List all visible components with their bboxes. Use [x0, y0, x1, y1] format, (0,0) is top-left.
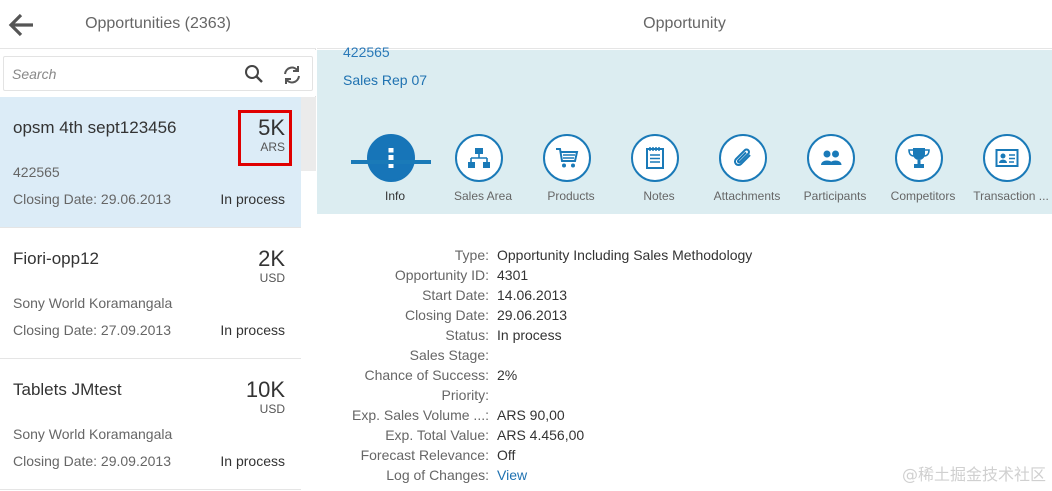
field-value: 14.06.2013: [497, 287, 568, 303]
tab-attachments[interactable]: Attachments: [703, 132, 791, 214]
trophy-icon: [895, 134, 943, 182]
list-item[interactable]: opsm 4th sept123456 5K ARS 422565 Closin…: [0, 97, 301, 228]
object-header: 422565 Sales Rep 07 Info Sales Area Prod…: [317, 44, 1052, 214]
search-icon[interactable]: [244, 64, 264, 84]
field-value: 4301: [497, 267, 529, 283]
list-item[interactable]: Tablets JMtest 10K USD Sony World Korama…: [0, 359, 301, 490]
field-label: Forecast Relevance:: [360, 447, 489, 463]
field-label: Type:: [454, 247, 489, 263]
field-value: 2%: [497, 367, 518, 383]
detail-header: Opportunity: [317, 0, 1052, 49]
field-value: Off: [497, 447, 516, 463]
form-row-closing-date: Closing Date: 29.06.2013: [317, 304, 1052, 324]
field-label: Status:: [445, 327, 489, 343]
field-label: Exp. Total Value:: [385, 427, 489, 443]
id-card-icon: [983, 134, 1031, 182]
item-title: Fiori-opp12: [13, 249, 99, 268]
tab-label: Transaction ...: [973, 189, 1049, 203]
field-label: Sales Stage:: [409, 347, 489, 363]
detail-title: Opportunity: [643, 15, 726, 32]
tab-notes[interactable]: Notes: [615, 132, 703, 214]
search-input[interactable]: [12, 65, 212, 83]
icon-tab-bar: Info Sales Area Products Notes Attachmen…: [317, 132, 1052, 214]
item-amount: 10K: [245, 377, 285, 402]
tab-info[interactable]: Info: [351, 132, 439, 214]
field-label: Opportunity ID:: [394, 267, 489, 283]
search-bar: [0, 50, 316, 96]
item-status: In process: [220, 191, 285, 207]
item-title: opsm 4th sept123456: [13, 118, 177, 137]
item-closing-date: Closing Date: 29.06.2013: [13, 191, 171, 207]
item-closing-date: Closing Date: 29.09.2013: [13, 453, 171, 469]
opportunity-list: opsm 4th sept123456 5K ARS 422565 Closin…: [0, 97, 301, 490]
group-icon: [807, 134, 855, 182]
field-value: ARS 4.456,00: [497, 427, 585, 443]
form-row-type: Type: Opportunity Including Sales Method…: [317, 244, 1052, 264]
tab-competitors[interactable]: Competitors: [879, 132, 967, 214]
field-label: Start Date:: [422, 287, 489, 303]
object-id: 422565: [343, 44, 390, 60]
paperclip-icon: [719, 134, 767, 182]
field-label: Priority:: [441, 387, 489, 403]
tab-sales-area[interactable]: Sales Area: [439, 132, 527, 214]
info-form: Type: Opportunity Including Sales Method…: [317, 244, 1052, 484]
tab-transaction[interactable]: Transaction ...: [967, 132, 1052, 214]
item-status: In process: [220, 453, 285, 469]
item-title: Tablets JMtest: [13, 380, 122, 399]
form-row-status: Status: In process: [317, 324, 1052, 344]
tab-products[interactable]: Products: [527, 132, 615, 214]
sales-rep-link[interactable]: Sales Rep 07: [343, 72, 427, 88]
highlight-box: [238, 110, 292, 166]
master-pane: Opportunities (2363) Search opsm 4th sep…: [0, 0, 316, 491]
field-value: In process: [497, 327, 562, 343]
item-subtitle: 422565: [13, 164, 60, 180]
field-value: Opportunity Including Sales Methodology: [497, 247, 753, 263]
form-row-chance-of-success: Chance of Success: 2%: [317, 364, 1052, 384]
item-subtitle: Sony World Koramangala: [13, 426, 173, 442]
detail-pane: Opportunity 422565 Sales Rep 07 Info Sal…: [317, 0, 1052, 491]
item-currency: USD: [259, 402, 285, 416]
hierarchy-icon: [455, 134, 503, 182]
info-icon: [367, 134, 415, 182]
item-status: In process: [220, 322, 285, 338]
view-changes-link[interactable]: View: [497, 467, 527, 483]
tab-participants[interactable]: Participants: [791, 132, 879, 214]
master-header: Opportunities (2363): [0, 0, 316, 49]
master-scrollbar-thumb[interactable]: [301, 97, 316, 171]
list-item[interactable]: Fiori-opp12 2K USD Sony World Koramangal…: [0, 228, 301, 359]
active-tab-indicator: [351, 160, 431, 164]
field-value: 29.06.2013: [497, 307, 568, 323]
refresh-icon[interactable]: [281, 64, 303, 86]
field-label: Chance of Success:: [364, 367, 489, 383]
item-currency: USD: [259, 271, 285, 285]
form-row-exp-sales-volume: Exp. Sales Volume ...: ARS 90,00: [317, 404, 1052, 424]
form-row-exp-total-value: Exp. Total Value: ARS 4.456,00: [317, 424, 1052, 444]
search-field: [3, 56, 313, 91]
watermark: @稀土掘金技术社区: [901, 465, 1046, 484]
field-label: Log of Changes:: [386, 467, 489, 483]
item-subtitle: Sony World Koramangala: [13, 295, 173, 311]
form-row-sales-stage: Sales Stage:: [317, 344, 1052, 364]
item-closing-date: Closing Date: 27.09.2013: [13, 322, 171, 338]
notes-icon: [631, 134, 679, 182]
cart-icon: [543, 134, 591, 182]
form-row-priority: Priority:: [317, 384, 1052, 404]
form-row-start-date: Start Date: 14.06.2013: [317, 284, 1052, 304]
field-label: Exp. Sales Volume ...:: [352, 407, 489, 423]
item-amount: 2K: [258, 246, 285, 271]
field-value: ARS 90,00: [497, 407, 565, 423]
field-label: Closing Date:: [404, 307, 489, 323]
master-title: Opportunities (2363): [85, 15, 231, 32]
form-row-opportunity-id: Opportunity ID: 4301: [317, 264, 1052, 284]
